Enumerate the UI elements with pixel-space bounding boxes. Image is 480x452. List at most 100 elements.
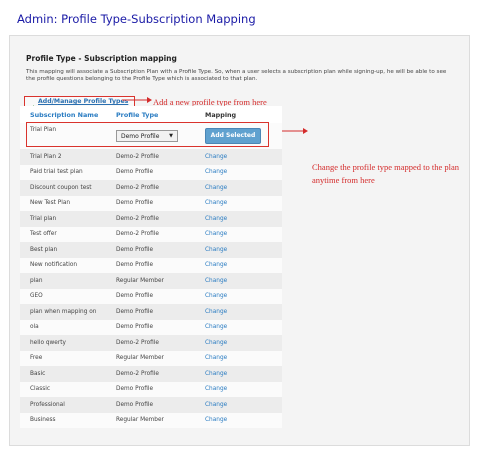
table-row: Best plan Demo Profile Change bbox=[20, 242, 282, 258]
mapping-cell: Change bbox=[195, 288, 282, 304]
plan-name-cell: hello qwerty bbox=[20, 335, 106, 351]
profile-type-cell: Demo Profile bbox=[106, 242, 195, 258]
mapping-cell: Change bbox=[195, 335, 282, 351]
profile-type-cell: Demo Profile bbox=[106, 319, 195, 335]
plan-name-cell: Trial Plan 2 bbox=[20, 149, 106, 165]
table-row-editing: Trial Plan Demo Profile ▼ Add Selected bbox=[20, 123, 282, 149]
profile-type-cell: Demo-2 Profile bbox=[106, 211, 195, 227]
table-row: Basic Demo-2 Profile Change bbox=[20, 366, 282, 382]
profile-type-cell: Regular Member bbox=[106, 273, 195, 289]
plan-name-cell: plan bbox=[20, 273, 106, 289]
change-note-text-line1: Change the profile type mapped to the pl… bbox=[312, 162, 460, 172]
mapping-cell: Change bbox=[195, 412, 282, 428]
plan-name-cell: Discount coupon test bbox=[20, 180, 106, 196]
change-link[interactable]: Change bbox=[205, 371, 227, 377]
table-row: Test offer Demo-2 Profile Change bbox=[20, 226, 282, 242]
plan-name-cell: Paid trial test plan bbox=[20, 164, 106, 180]
profile-type-cell: Demo Profile bbox=[106, 195, 195, 211]
change-link[interactable]: Change bbox=[205, 169, 227, 175]
table-row: Discount coupon test Demo-2 Profile Change bbox=[20, 180, 282, 196]
profile-type-cell: Regular Member bbox=[106, 350, 195, 366]
plan-name-cell: Best plan bbox=[20, 242, 106, 258]
table-row: Free Regular Member Change bbox=[20, 350, 282, 366]
plan-name-cell: Free bbox=[20, 350, 106, 366]
profile-type-cell: Demo-2 Profile bbox=[106, 335, 195, 351]
table-row: Trial Plan 2 Demo-2 Profile Change bbox=[20, 149, 282, 165]
profile-type-cell: Demo Profile bbox=[106, 164, 195, 180]
table-row: Classic Demo Profile Change bbox=[20, 381, 282, 397]
profile-type-cell: Demo-2 Profile bbox=[106, 226, 195, 242]
plan-name-cell: New notification bbox=[20, 257, 106, 273]
change-link[interactable]: Change bbox=[205, 185, 227, 191]
panel-description: This mapping will associate a Subscripti… bbox=[26, 69, 447, 82]
mapping-cell: Change bbox=[195, 350, 282, 366]
change-link[interactable]: Change bbox=[205, 200, 227, 206]
table-header-row: Subscription Name Profile Type Mapping bbox=[20, 106, 282, 123]
plan-name-cell: Test offer bbox=[20, 226, 106, 242]
change-link[interactable]: Change bbox=[205, 324, 227, 330]
mapping-cell: Change bbox=[195, 366, 282, 382]
profile-type-cell: Demo-2 Profile bbox=[106, 366, 195, 382]
mapping-cell: Add Selected bbox=[195, 123, 282, 149]
column-header-profile-type[interactable]: Profile Type bbox=[106, 106, 195, 123]
folder-add-icon bbox=[28, 98, 36, 112]
add-note-arrow bbox=[122, 97, 152, 103]
profile-type-select-value: Demo Profile bbox=[121, 132, 160, 140]
column-header-subscription-name[interactable]: Subscription Name bbox=[20, 106, 106, 123]
change-link[interactable]: Change bbox=[205, 293, 227, 299]
mapping-cell: Change bbox=[195, 319, 282, 335]
mapping-cell: Change bbox=[195, 273, 282, 289]
profile-type-cell: Demo Profile bbox=[106, 288, 195, 304]
table-row: plan when mapping on Demo Profile Change bbox=[20, 304, 282, 320]
profile-type-cell: Regular Member bbox=[106, 412, 195, 428]
mapping-cell: Change bbox=[195, 164, 282, 180]
plan-name-cell: plan when mapping on bbox=[20, 304, 106, 320]
mapping-cell: Change bbox=[195, 211, 282, 227]
plan-name-cell: Business bbox=[20, 412, 106, 428]
plan-name-cell: Trial Plan bbox=[20, 123, 106, 149]
mapping-table: Subscription Name Profile Type Mapping T… bbox=[20, 106, 282, 428]
mapping-cell: Change bbox=[195, 397, 282, 413]
profile-type-cell: Demo Profile bbox=[106, 304, 195, 320]
mapping-cell: Change bbox=[195, 381, 282, 397]
change-link[interactable]: Change bbox=[205, 216, 227, 222]
plan-name-cell: Professional bbox=[20, 397, 106, 413]
plan-name-cell: New Test Plan bbox=[20, 195, 106, 211]
table-row: Professional Demo Profile Change bbox=[20, 397, 282, 413]
table-row: Paid trial test plan Demo Profile Change bbox=[20, 164, 282, 180]
plan-name-cell: ola bbox=[20, 319, 106, 335]
table-row: New notification Demo Profile Change bbox=[20, 257, 282, 273]
table-row: Business Regular Member Change bbox=[20, 412, 282, 428]
table-row: plan Regular Member Change bbox=[20, 273, 282, 289]
table-row: New Test Plan Demo Profile Change bbox=[20, 195, 282, 211]
profile-type-select[interactable]: Demo Profile ▼ bbox=[116, 130, 178, 142]
mapping-cell: Change bbox=[195, 257, 282, 273]
add-selected-button[interactable]: Add Selected bbox=[205, 128, 261, 144]
change-link[interactable]: Change bbox=[205, 309, 227, 315]
change-link[interactable]: Change bbox=[205, 417, 227, 423]
mapping-cell: Change bbox=[195, 242, 282, 258]
change-link[interactable]: Change bbox=[205, 355, 227, 361]
mapping-cell: Change bbox=[195, 180, 282, 196]
profile-type-cell: Demo-2 Profile bbox=[106, 149, 195, 165]
change-link[interactable]: Change bbox=[205, 386, 227, 392]
mapping-cell: Change bbox=[195, 304, 282, 320]
change-link[interactable]: Change bbox=[205, 278, 227, 284]
panel-heading: Profile Type - Subscription mapping bbox=[26, 54, 177, 63]
add-manage-profile-types-link[interactable]: Add/Manage Profile Types bbox=[38, 98, 128, 105]
column-header-mapping: Mapping bbox=[195, 106, 282, 123]
change-link[interactable]: Change bbox=[205, 340, 227, 346]
change-link[interactable]: Change bbox=[205, 262, 227, 268]
select-dropdown-arrow-icon: ▼ bbox=[169, 133, 173, 139]
change-note-text-line2: anytime from here bbox=[312, 175, 375, 185]
plan-name-cell: Basic bbox=[20, 366, 106, 382]
change-link[interactable]: Change bbox=[205, 402, 227, 408]
change-link[interactable]: Change bbox=[205, 154, 227, 160]
change-link[interactable]: Change bbox=[205, 231, 227, 237]
mapping-cell: Change bbox=[195, 226, 282, 242]
change-link[interactable]: Change bbox=[205, 247, 227, 253]
table-row: ola Demo Profile Change bbox=[20, 319, 282, 335]
profile-type-cell: Demo Profile bbox=[106, 381, 195, 397]
plan-name-cell: Classic bbox=[20, 381, 106, 397]
profile-type-cell: Demo Profile bbox=[106, 257, 195, 273]
